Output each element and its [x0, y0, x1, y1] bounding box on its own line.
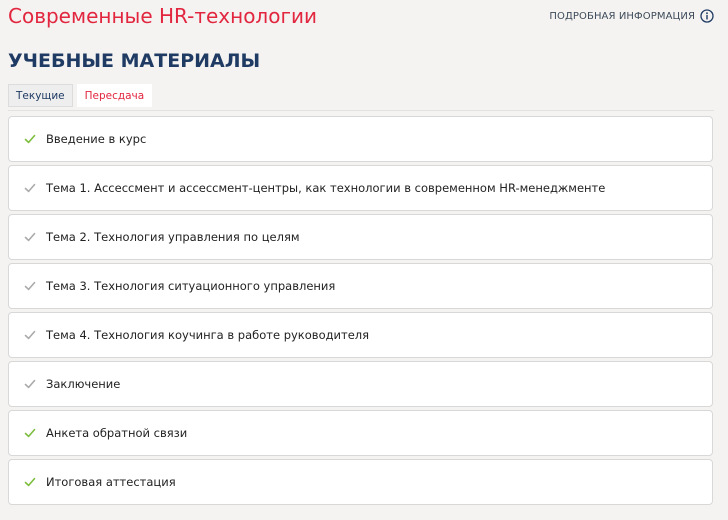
material-item-topic-4[interactable]: Тема 4. Технология коучинга в работе рук…: [8, 312, 713, 358]
check-icon: [24, 477, 36, 487]
material-item-topic-2[interactable]: Тема 2. Технология управления по целям: [8, 214, 713, 260]
page-header: Современные HR-технологии ПОДРОБНАЯ ИНФО…: [8, 3, 714, 31]
material-label: Тема 3. Технология ситуационного управле…: [46, 279, 336, 293]
material-label: Введение в курс: [46, 132, 147, 146]
check-icon: [24, 183, 36, 193]
material-label: Анкета обратной связи: [46, 426, 188, 440]
material-item-final-assessment[interactable]: Итоговая аттестация: [8, 459, 713, 505]
course-title: Современные HR-технологии: [8, 4, 317, 28]
section-title: УЧЕБНЫЕ МАТЕРИАЛЫ: [8, 50, 261, 72]
check-icon: [24, 281, 36, 291]
check-icon: [24, 330, 36, 340]
tabs-divider: [8, 110, 714, 111]
check-icon: [24, 379, 36, 389]
material-label: Тема 2. Технология управления по целям: [46, 230, 300, 244]
material-item-intro[interactable]: Введение в курс: [8, 116, 713, 162]
check-icon: [24, 428, 36, 438]
more-info-link[interactable]: ПОДРОБНАЯ ИНФОРМАЦИЯ: [549, 9, 714, 23]
material-label: Тема 4. Технология коучинга в работе рук…: [46, 328, 370, 342]
material-label: Итоговая аттестация: [46, 475, 176, 489]
info-circle-icon[interactable]: [700, 9, 714, 23]
more-info-label: ПОДРОБНАЯ ИНФОРМАЦИЯ: [549, 10, 695, 22]
material-item-conclusion[interactable]: Заключение: [8, 361, 713, 407]
material-label: Тема 1. Ассессмент и ассессмент-центры, …: [46, 181, 606, 195]
material-item-feedback-survey[interactable]: Анкета обратной связи: [8, 410, 713, 456]
material-item-topic-3[interactable]: Тема 3. Технология ситуационного управле…: [8, 263, 713, 309]
tab-retake[interactable]: Пересдача: [76, 84, 153, 107]
material-label: Заключение: [46, 377, 121, 391]
material-item-topic-1[interactable]: Тема 1. Ассессмент и ассессмент-центры, …: [8, 165, 713, 211]
tab-current[interactable]: Текущие: [8, 84, 73, 107]
materials-list: Введение в курс Тема 1. Ассессмент и асс…: [8, 116, 713, 508]
check-icon: [24, 134, 36, 144]
materials-tabs: Текущие Пересдача: [8, 84, 156, 107]
check-icon: [24, 232, 36, 242]
